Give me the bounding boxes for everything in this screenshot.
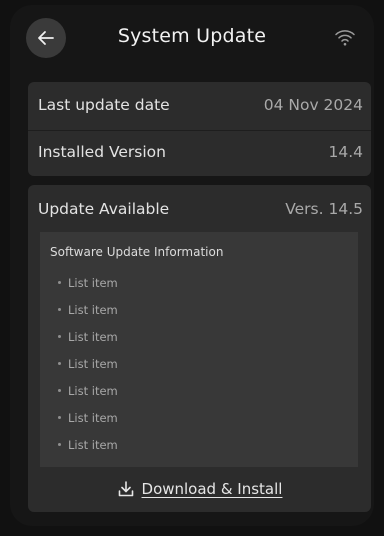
bullet-icon	[58, 335, 61, 338]
installed-version-label: Installed Version	[38, 143, 166, 161]
download-install-button[interactable]: Download & Install	[28, 480, 371, 498]
list-item: List item	[58, 303, 118, 317]
list-item: List item	[58, 411, 118, 425]
list-item-label: List item	[68, 411, 118, 425]
update-available-row: Update Available Vers. 14.5	[38, 200, 363, 218]
list-item: List item	[58, 384, 118, 398]
update-available-value: Vers. 14.5	[285, 200, 363, 218]
last-update-row: Last update date 04 Nov 2024	[38, 96, 363, 114]
bullet-icon	[58, 443, 61, 446]
page-title: System Update	[117, 25, 267, 47]
wifi-icon	[335, 30, 355, 46]
list-item-label: List item	[68, 438, 118, 452]
update-info-box: Software Update Information List item Li…	[40, 232, 358, 467]
list-item-label: List item	[68, 276, 118, 290]
installed-version-row: Installed Version 14.4	[38, 143, 363, 161]
update-available-label: Update Available	[38, 200, 170, 218]
list-item: List item	[58, 276, 118, 290]
header: System Update	[10, 5, 374, 75]
bullet-icon	[58, 416, 61, 419]
current-version-card: Last update date 04 Nov 2024 Installed V…	[28, 82, 371, 176]
list-item-label: List item	[68, 303, 118, 317]
installed-version-value: 14.4	[328, 143, 363, 161]
list-item-label: List item	[68, 357, 118, 371]
bullet-icon	[58, 308, 61, 311]
download-install-label: Download & Install	[141, 480, 283, 498]
list-item-label: List item	[68, 384, 118, 398]
list-item: List item	[58, 330, 118, 344]
bullet-icon	[58, 281, 61, 284]
divider	[28, 130, 371, 131]
download-icon	[118, 481, 133, 497]
update-card: Update Available Vers. 14.5 Software Upd…	[28, 185, 371, 512]
device-frame: System Update Last update date 04 Nov 20…	[10, 5, 374, 526]
last-update-value: 04 Nov 2024	[263, 96, 363, 114]
list-item: List item	[58, 357, 118, 371]
list-item: List item	[58, 438, 118, 452]
update-info-title: Software Update Information	[50, 245, 224, 259]
list-item-label: List item	[68, 330, 118, 344]
bullet-icon	[58, 362, 61, 365]
bullet-icon	[58, 389, 61, 392]
last-update-label: Last update date	[38, 96, 170, 114]
